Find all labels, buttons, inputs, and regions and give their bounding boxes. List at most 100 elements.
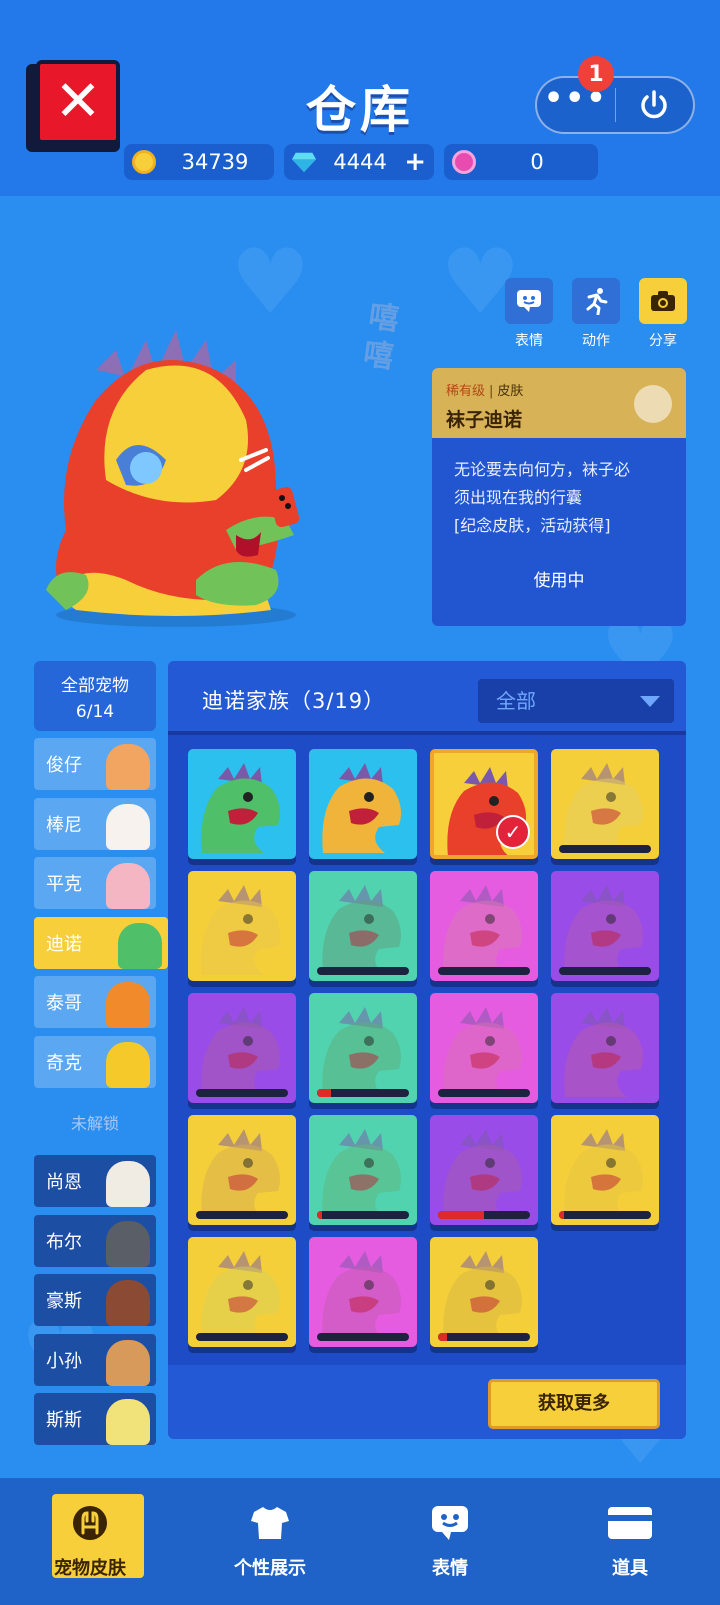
skin-tile[interactable] bbox=[309, 871, 417, 981]
dino-skin-icon bbox=[322, 1007, 401, 1097]
skin-info-card: 稀有级 | 皮肤 袜子迪诺 无论要去向何方，袜子必 须出现在我的行囊 [纪念皮肤，活… bbox=[432, 368, 686, 626]
nav-pet-skins[interactable]: 宠物皮肤 bbox=[0, 1478, 180, 1605]
dino-skin-icon bbox=[443, 1129, 522, 1219]
unlock-progress-bar bbox=[559, 845, 651, 853]
pet-name: 小孙 bbox=[46, 1350, 82, 1372]
skin-tile[interactable] bbox=[430, 1237, 538, 1347]
pet-item-locked[interactable]: 小孙 bbox=[34, 1333, 156, 1386]
pet-name: 奇克 bbox=[46, 1052, 82, 1074]
diamond-counter: 4444 + bbox=[284, 144, 434, 180]
pet-avatar bbox=[106, 982, 150, 1028]
dino-skin-icon bbox=[564, 1007, 643, 1097]
nav-items[interactable]: 道具 bbox=[540, 1478, 720, 1605]
skin-tile[interactable] bbox=[188, 871, 296, 981]
unlock-progress-bar bbox=[559, 1211, 651, 1219]
dino-skin-icon bbox=[443, 885, 522, 975]
motion-action-button[interactable]: 动作 bbox=[572, 278, 620, 350]
pet-item-locked[interactable]: 斯斯 bbox=[34, 1393, 156, 1445]
pet-name: 俊仔 bbox=[46, 755, 82, 776]
skin-tile[interactable] bbox=[188, 1115, 296, 1225]
emoji-chat-icon bbox=[360, 1502, 540, 1544]
diamond-icon bbox=[292, 152, 316, 173]
dino-skin-icon bbox=[564, 763, 643, 853]
family-title: 迪诺家族（3/19） bbox=[202, 689, 386, 713]
skin-tile[interactable] bbox=[309, 1237, 417, 1347]
skin-card-header: 稀有级 | 皮肤 袜子迪诺 bbox=[432, 368, 686, 438]
pet-name: 布尔 bbox=[46, 1231, 82, 1253]
skin-tile[interactable] bbox=[551, 749, 659, 859]
pet-avatar bbox=[106, 1399, 150, 1445]
pet-item-unlocked[interactable]: 平克 bbox=[34, 857, 156, 909]
skin-tile[interactable] bbox=[309, 1115, 417, 1225]
pet-avatar bbox=[106, 1041, 150, 1088]
emoji-chat-icon bbox=[505, 278, 553, 324]
all-pets-filter[interactable]: 全部宠物 6/14 bbox=[34, 661, 156, 731]
pet-name: 迪诺 bbox=[46, 933, 82, 955]
coin-icon bbox=[132, 150, 156, 174]
skin-tile[interactable] bbox=[309, 993, 417, 1103]
nav-label: 个性展示 bbox=[234, 1558, 306, 1579]
pet-item-unlocked[interactable]: 迪诺 bbox=[34, 916, 168, 969]
dino-skin-icon bbox=[201, 1007, 280, 1097]
unlock-progress-bar bbox=[196, 1333, 288, 1341]
emote-action-label: 表情 bbox=[515, 333, 543, 349]
coin-counter: 34739 bbox=[124, 144, 274, 180]
pet-avatar bbox=[106, 1220, 150, 1267]
skin-tile[interactable] bbox=[309, 749, 417, 859]
dino-skin-icon bbox=[322, 763, 401, 853]
token-counter: 0 bbox=[444, 144, 598, 180]
power-icon bbox=[641, 90, 667, 119]
pet-item-locked[interactable]: 尚恩 bbox=[34, 1155, 156, 1207]
emote-action-button[interactable]: 表情 bbox=[505, 278, 553, 350]
bottom-navigation: 宠物皮肤 个性展示 表情 道具 bbox=[0, 1478, 720, 1605]
pet-item-locked[interactable]: 布尔 bbox=[34, 1214, 156, 1267]
skin-tile[interactable] bbox=[188, 993, 296, 1103]
all-pets-label: 全部宠物 bbox=[61, 676, 129, 696]
skin-tile[interactable]: ✓ bbox=[430, 749, 538, 859]
skin-description-line: [纪念皮肤，活动获得] bbox=[454, 516, 611, 535]
decor-laugh-text: 嘻嘻 bbox=[361, 298, 402, 376]
skin-tile[interactable] bbox=[188, 1237, 296, 1347]
pet-item-unlocked[interactable]: 泰哥 bbox=[34, 976, 156, 1028]
pet-avatar bbox=[106, 744, 150, 790]
pet-item-unlocked[interactable]: 棒尼 bbox=[34, 797, 156, 850]
skin-description: 无论要去向何方，袜子必 须出现在我的行囊 [纪念皮肤，活动获得] bbox=[432, 438, 686, 540]
skin-tile[interactable] bbox=[430, 993, 538, 1103]
dino-skin-icon bbox=[322, 885, 401, 975]
add-diamonds-button[interactable]: + bbox=[404, 147, 426, 177]
pet-name: 斯斯 bbox=[46, 1410, 82, 1431]
skin-tile[interactable] bbox=[188, 749, 296, 859]
skin-tile[interactable] bbox=[551, 993, 659, 1103]
tshirt-icon bbox=[180, 1502, 360, 1544]
dino-character-image bbox=[46, 330, 300, 627]
skin-collection-panel: 迪诺家族（3/19） 全部 ✓ 获取更多 bbox=[168, 661, 686, 1439]
skin-tile[interactable] bbox=[551, 871, 659, 981]
skin-tile[interactable] bbox=[430, 871, 538, 981]
diamond-value: 4444 bbox=[333, 150, 387, 174]
unlock-progress-bar bbox=[196, 1211, 288, 1219]
pet-item-unlocked[interactable]: 俊仔 bbox=[34, 738, 156, 790]
pet-avatar bbox=[106, 1339, 150, 1386]
unlock-progress-bar bbox=[438, 1333, 530, 1341]
unlock-progress-bar bbox=[317, 1089, 409, 1097]
nav-label: 道具 bbox=[612, 1558, 648, 1579]
unlock-progress-bar bbox=[317, 967, 409, 975]
unlock-progress-bar bbox=[317, 1333, 409, 1341]
skin-status: 使用中 bbox=[533, 571, 585, 591]
get-more-button[interactable]: 获取更多 bbox=[488, 1379, 660, 1429]
power-button[interactable] bbox=[616, 88, 694, 122]
pet-avatar bbox=[106, 863, 150, 909]
motion-action-label: 动作 bbox=[582, 333, 610, 349]
skin-tile[interactable] bbox=[551, 1115, 659, 1225]
filter-dropdown[interactable]: 全部 bbox=[478, 679, 674, 723]
lotus-token-icon bbox=[452, 150, 476, 174]
pet-item-unlocked[interactable]: 奇克 bbox=[34, 1035, 156, 1088]
skin-tile[interactable] bbox=[430, 1115, 538, 1225]
share-action-label: 分享 bbox=[649, 333, 677, 349]
nav-personal-display[interactable]: 个性展示 bbox=[180, 1478, 360, 1605]
nav-emotes[interactable]: 表情 bbox=[360, 1478, 540, 1605]
pet-item-locked[interactable]: 豪斯 bbox=[34, 1274, 156, 1326]
close-button[interactable]: ✕ bbox=[26, 60, 120, 152]
share-action-button[interactable]: 分享 bbox=[639, 278, 687, 350]
paw-emblem-icon bbox=[634, 385, 672, 423]
